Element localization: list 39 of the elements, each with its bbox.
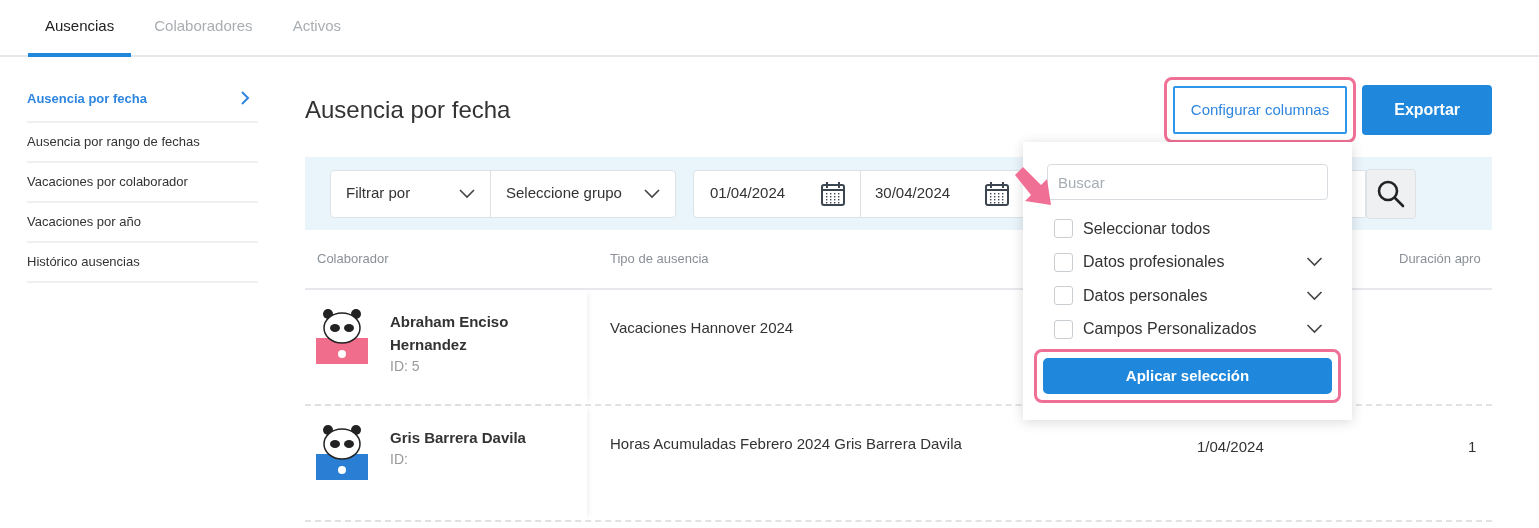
collaborator-name: Abraham Enciso Hernandez	[390, 312, 510, 355]
page-title: Ausencia por fecha	[305, 95, 512, 125]
chevron-down-icon	[459, 188, 475, 199]
column-header: Tipo de ausencia	[609, 250, 709, 269]
configure-columns-button[interactable]: Configurar columnas	[1172, 86, 1348, 134]
column-header: Duración apro	[1398, 250, 1481, 269]
table-cell: 1	[1468, 438, 1477, 455]
tab[interactable]: Ausencias	[28, 0, 132, 57]
option-label: Seleccionar todos	[1083, 218, 1212, 239]
chevron-down-icon	[1306, 324, 1323, 335]
search-icon	[1376, 178, 1406, 209]
chevron-down-icon	[1306, 257, 1323, 268]
checkbox[interactable]	[1054, 286, 1073, 306]
table-cell: 1/04/2024	[1197, 438, 1264, 455]
table-cell: Vacaciones Hannover 2024	[610, 319, 794, 336]
export-button[interactable]: Exportar	[1362, 85, 1492, 135]
collaborator-name: Gris Barrera Davila	[390, 428, 527, 448]
checkbox[interactable]	[1054, 252, 1073, 272]
option-label: Campos Personalizados	[1083, 319, 1258, 340]
filter-dropdown[interactable]: Filtrar por	[331, 170, 491, 217]
column-header: Colaborador	[316, 250, 389, 269]
checkbox[interactable]	[1054, 219, 1073, 239]
sidebar-item[interactable]: Vacaciones por colaborador	[27, 163, 258, 203]
table-cell: Horas Acumuladas Febrero 2024 Gris Barrera Davila	[610, 435, 962, 452]
chevron-right-icon	[241, 91, 250, 105]
sidebar-item[interactable]: Ausencia por rango de fechas	[27, 123, 258, 163]
option-label: Datos personales	[1083, 285, 1209, 306]
chevron-down-icon	[644, 188, 660, 199]
sidebar-item[interactable]: Vacaciones por año	[27, 203, 258, 243]
search-button[interactable]	[1366, 168, 1416, 219]
option-label: Datos profesionales	[1083, 252, 1226, 273]
checkbox[interactable]	[1054, 319, 1073, 339]
sidebar-item[interactable]: Ausencia por fecha	[27, 83, 258, 123]
collaborator-id: ID:	[390, 450, 409, 469]
apply-selection-button[interactable]: Aplicar selección	[1043, 358, 1332, 394]
group-dropdown[interactable]: Seleccione grupo	[491, 170, 675, 217]
chevron-down-icon	[1306, 290, 1323, 301]
sidebar-item[interactable]: Histórico ausencias	[27, 243, 258, 283]
collaborator-id: ID: 5	[390, 357, 421, 376]
